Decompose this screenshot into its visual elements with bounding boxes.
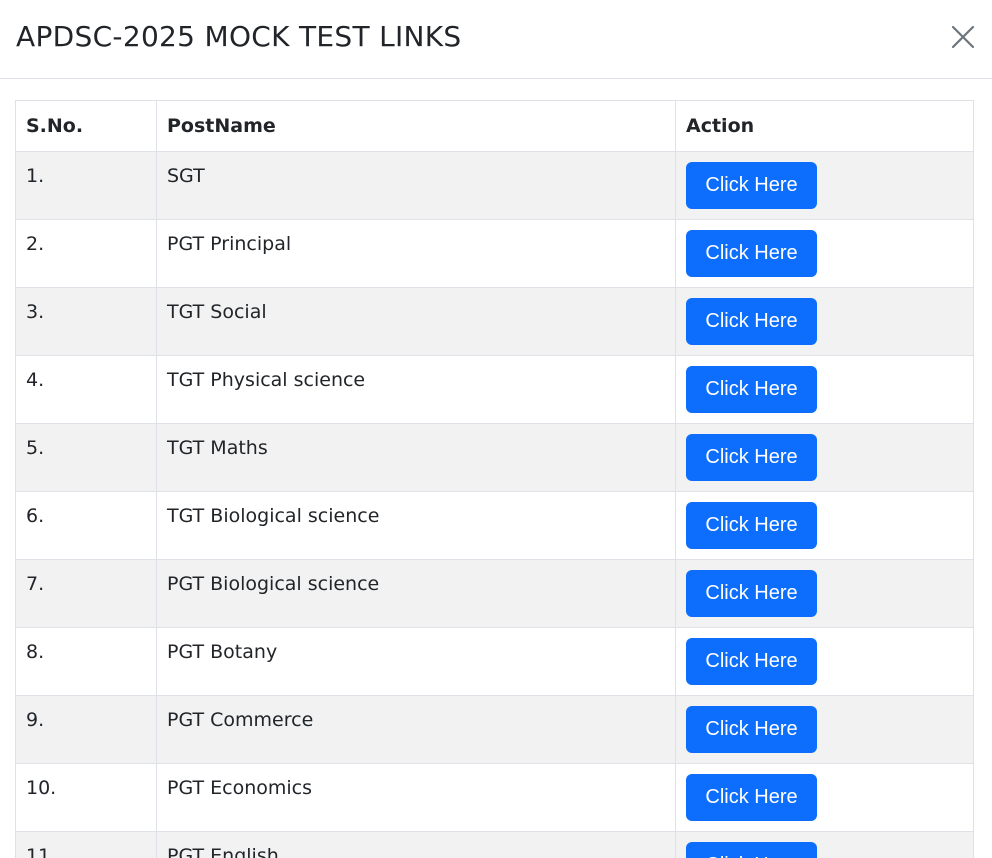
row-action-cell: Click Here: [675, 355, 974, 424]
table-row: 2. PGT Principal Click Here: [15, 219, 974, 288]
row-post-name: TGT Biological science: [156, 491, 676, 560]
table-row: 8. PGT Botany Click Here: [15, 627, 974, 696]
modal-header: APDSC-2025 MOCK TEST LINKS: [0, 0, 992, 79]
table-row: 5. TGT Maths Click Here: [15, 423, 974, 492]
click-here-button[interactable]: Click Here: [686, 638, 817, 685]
modal-title: APDSC-2025 MOCK TEST LINKS: [16, 20, 462, 53]
click-here-button[interactable]: Click Here: [686, 502, 817, 549]
click-here-button[interactable]: Click Here: [686, 230, 817, 277]
table-row: 11.PGT English Click Here: [15, 831, 974, 858]
table-row: 3. TGT Social Click Here: [15, 287, 974, 356]
row-post-name: TGT Social: [156, 287, 676, 356]
column-header-action: Action: [675, 100, 974, 152]
row-serial-number: 5.: [15, 423, 157, 492]
row-action-cell: Click Here: [675, 627, 974, 696]
table-row: 6. TGT Biological science Click Here: [15, 491, 974, 560]
table-header-row: S.No. PostName Action: [15, 100, 974, 152]
row-serial-number: 1.: [15, 151, 157, 220]
row-post-name: PGT Principal: [156, 219, 676, 288]
click-here-button[interactable]: Click Here: [686, 366, 817, 413]
row-post-name: SGT: [156, 151, 676, 220]
row-serial-number: 6.: [15, 491, 157, 560]
row-serial-number: 7.: [15, 559, 157, 628]
table-row: 1. SGT Click Here: [15, 151, 974, 220]
table-row: 7. PGT Biological science Click Here: [15, 559, 974, 628]
row-action-cell: Click Here: [675, 695, 974, 764]
table-body: 1. SGT Click Here 2. PGT Principal Click Here…: [15, 151, 974, 858]
click-here-button[interactable]: Click Here: [686, 842, 817, 858]
row-action-cell: Click Here: [675, 763, 974, 832]
row-post-name: PGT English: [156, 831, 676, 858]
row-action-cell: Click Here: [675, 151, 974, 220]
table-row: 10. PGT Economics Click Here: [15, 763, 974, 832]
row-serial-number: 3.: [15, 287, 157, 356]
click-here-button[interactable]: Click Here: [686, 570, 817, 617]
mock-test-modal: APDSC-2025 MOCK TEST LINKS S.No. PostNam…: [0, 0, 992, 858]
click-here-button[interactable]: Click Here: [686, 706, 817, 753]
row-serial-number: 11.: [15, 831, 157, 858]
click-here-button[interactable]: Click Here: [686, 434, 817, 481]
close-button[interactable]: [944, 18, 982, 56]
row-post-name: PGT Botany: [156, 627, 676, 696]
row-action-cell: Click Here: [675, 219, 974, 288]
close-icon: [951, 25, 975, 49]
table-row: 4. TGT Physical science Click Here: [15, 355, 974, 424]
row-post-name: PGT Biological science: [156, 559, 676, 628]
table-row: 9. PGT Commerce Click Here: [15, 695, 974, 764]
row-post-name: PGT Economics: [156, 763, 676, 832]
click-here-button[interactable]: Click Here: [686, 162, 817, 209]
mock-test-table: S.No. PostName Action 1. SGT Click Here 2. P…: [15, 100, 974, 858]
row-action-cell: Click Here: [675, 559, 974, 628]
click-here-button[interactable]: Click Here: [686, 774, 817, 821]
row-action-cell: Click Here: [675, 491, 974, 560]
click-here-button[interactable]: Click Here: [686, 298, 817, 345]
column-header-postname: PostName: [156, 100, 676, 152]
row-serial-number: 9.: [15, 695, 157, 764]
row-post-name: PGT Commerce: [156, 695, 676, 764]
column-header-sno: S.No.: [15, 100, 157, 152]
row-action-cell: Click Here: [675, 423, 974, 492]
row-serial-number: 8.: [15, 627, 157, 696]
row-post-name: TGT Maths: [156, 423, 676, 492]
row-post-name: TGT Physical science: [156, 355, 676, 424]
row-action-cell: Click Here: [675, 831, 974, 858]
table-container: S.No. PostName Action 1. SGT Click Here 2. P…: [15, 100, 974, 858]
row-serial-number: 2.: [15, 219, 157, 288]
row-serial-number: 4.: [15, 355, 157, 424]
row-action-cell: Click Here: [675, 287, 974, 356]
row-serial-number: 10.: [15, 763, 157, 832]
